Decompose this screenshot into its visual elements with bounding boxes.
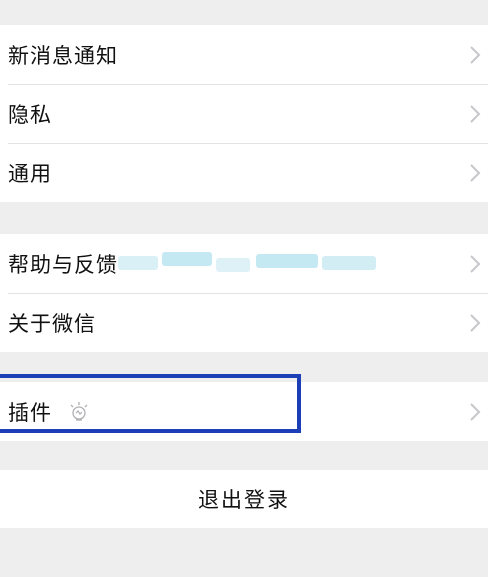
logout-button[interactable]: 退出登录	[0, 470, 488, 528]
settings-group-2: 帮助与反馈 关于微信	[0, 234, 488, 352]
settings-row-plugins[interactable]: 插件	[0, 382, 488, 441]
settings-row-help-feedback[interactable]: 帮助与反馈	[0, 234, 488, 293]
chevron-right-icon	[470, 104, 481, 123]
logout-label: 退出登录	[198, 488, 290, 512]
chevron-right-icon	[470, 313, 481, 332]
settings-row-new-message-notifications[interactable]: 新消息通知	[0, 25, 488, 84]
settings-group-3: 插件	[0, 382, 488, 441]
settings-row-label: 插件	[8, 400, 52, 425]
settings-row-label: 通用	[8, 161, 52, 186]
lightbulb-icon	[70, 402, 88, 421]
blurred-redaction	[118, 246, 376, 280]
chevron-right-icon	[470, 254, 481, 273]
settings-row-label: 隐私	[8, 102, 52, 127]
settings-row-label: 新消息通知	[8, 43, 118, 68]
settings-row-general[interactable]: 通用	[0, 143, 488, 202]
chevron-right-icon	[470, 402, 481, 421]
chevron-right-icon	[470, 45, 481, 64]
settings-row-about-wechat[interactable]: 关于微信	[0, 293, 488, 352]
chevron-right-icon	[470, 163, 481, 182]
settings-row-privacy[interactable]: 隐私	[0, 84, 488, 143]
settings-row-label: 关于微信	[8, 311, 96, 336]
settings-group-1: 新消息通知 隐私 通用	[0, 25, 488, 202]
settings-row-label: 帮助与反馈	[8, 252, 118, 277]
